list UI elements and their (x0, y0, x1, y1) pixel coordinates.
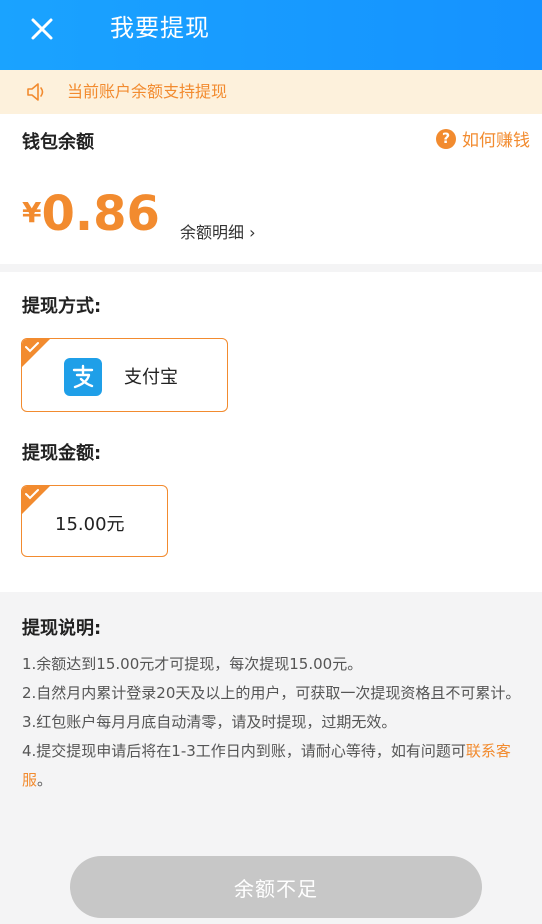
check-icon (25, 489, 39, 500)
wallet-card: 钱包余额 ? 如何赚钱 ¥0.86 余额明细 › (0, 114, 542, 264)
explanation-line: 2.自然月内累计登录20天及以上的用户，可获取一次提现资格且不可累计。 (22, 684, 521, 702)
withdraw-amount-title: 提现金额: (22, 443, 102, 464)
notice-text: 当前账户余额支持提现 (67, 82, 228, 101)
how-to-earn-link[interactable]: ? 如何赚钱 (436, 126, 530, 151)
speaker-icon (27, 83, 44, 101)
check-icon (25, 342, 39, 353)
withdraw-explanation: 提现说明: 1.余额达到15.00元才可提现，每次提现15.00元。 2.自然月… (0, 592, 542, 844)
wallet-label: 钱包余额 (22, 132, 94, 153)
help-icon: ? (436, 128, 456, 149)
withdraw-submit-button[interactable]: 余额不足 (70, 856, 482, 918)
balance-value: 0.86 (41, 186, 160, 242)
withdraw-options: 提现方式: 支付宝 提现金额: 15.00元 (0, 272, 542, 592)
explanation-title: 提现说明: (22, 618, 102, 639)
explanation-lines: 1.余额达到15.00元才可提现，每次提现15.00元。 2.自然月内累计登录2… (22, 650, 527, 795)
alipay-option[interactable]: 支付宝 (21, 338, 228, 412)
alipay-icon (64, 358, 102, 396)
explanation-line: 4.提交提现申请后将在1-3工作日内到账，请耐心等待，如有问题可联系客服。 (22, 737, 527, 795)
page-title: 我要提现 (110, 14, 210, 42)
explanation-line: 1.余额达到15.00元才可提现，每次提现15.00元。 (22, 655, 363, 673)
withdraw-method-title: 提现方式: (22, 296, 102, 317)
how-to-earn-label: 如何赚钱 (462, 131, 530, 151)
explanation-line4-end: 。 (37, 771, 53, 789)
currency-symbol: ¥ (22, 196, 42, 229)
chevron-right-icon: › (249, 223, 256, 242)
balance-detail-link[interactable]: 余额明细 › (180, 219, 256, 243)
notice-bar: 当前账户余额支持提现 (0, 70, 542, 114)
close-button[interactable] (26, 13, 58, 45)
header-bar: 我要提现 (0, 0, 542, 70)
amount-label: 15.00元 (55, 514, 125, 535)
alipay-label: 支付宝 (124, 367, 178, 388)
balance-detail-label: 余额明细 (180, 223, 245, 242)
explanation-line4-text: 4.提交提现申请后将在1-3工作日内到账，请耐心等待，如有问题可 (22, 742, 466, 760)
balance-amount: ¥0.86 (22, 186, 160, 242)
close-icon (31, 18, 53, 40)
explanation-line: 3.红包账户每月月底自动清零，请及时提现，过期无效。 (22, 713, 397, 731)
amount-option[interactable]: 15.00元 (21, 485, 168, 557)
